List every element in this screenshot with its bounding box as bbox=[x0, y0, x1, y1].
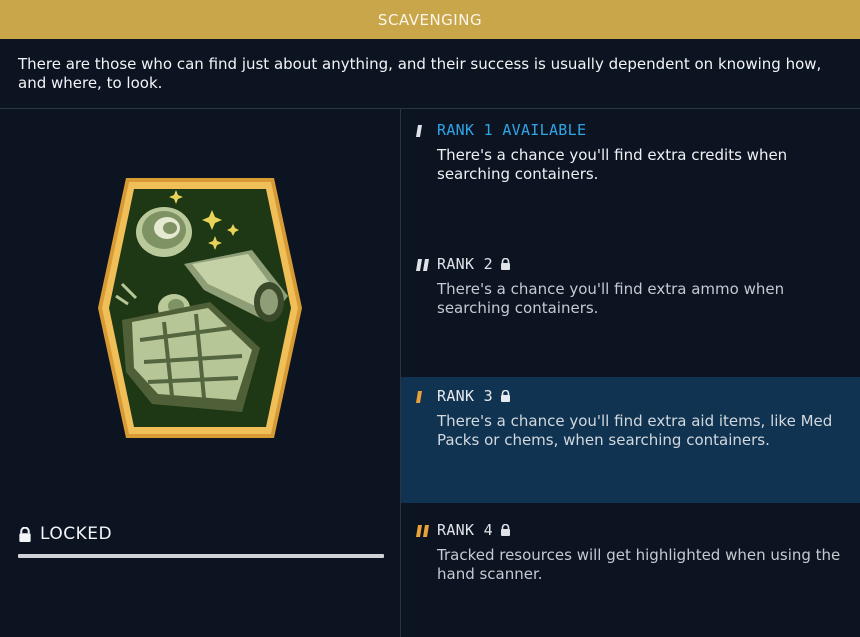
rank-title: RANK 3 bbox=[437, 387, 511, 405]
lock-status-label: LOCKED bbox=[40, 524, 113, 544]
rank-3-row[interactable]: RANK 3 There's a chance you'll find extr… bbox=[401, 377, 860, 503]
rank-description: Tracked resources will get highlighted w… bbox=[437, 546, 841, 583]
rank-tally-icon bbox=[416, 391, 422, 403]
skill-header: SCAVENGING bbox=[0, 0, 860, 39]
rank-2-row[interactable]: RANK 2 There's a chance you'll find extr… bbox=[401, 245, 860, 371]
scavenging-badge-icon bbox=[98, 178, 302, 438]
skill-title: SCAVENGING bbox=[377, 10, 483, 29]
divider bbox=[0, 108, 860, 109]
rank-title: RANK 4 bbox=[437, 521, 511, 539]
lock-icon bbox=[501, 390, 510, 402]
rank-description: There's a chance you'll find extra aid i… bbox=[437, 412, 833, 449]
rank-4-row[interactable]: RANK 4 Tracked resources will get highli… bbox=[401, 511, 860, 637]
skill-lock-status: LOCKED bbox=[18, 524, 112, 544]
rank-description: There's a chance you'll find extra credi… bbox=[437, 146, 788, 183]
rank-title: RANK 1 AVAILABLE bbox=[437, 121, 587, 139]
rank-tally-icon bbox=[416, 125, 422, 137]
lock-icon bbox=[501, 524, 510, 536]
rank-tally-icon bbox=[416, 525, 429, 537]
rank-title: RANK 2 bbox=[437, 255, 511, 273]
lock-icon bbox=[501, 258, 510, 270]
rank-description: There's a chance you'll find extra ammo … bbox=[437, 280, 785, 317]
skill-description: There are those who can find just about … bbox=[18, 55, 822, 92]
lock-icon bbox=[19, 526, 31, 542]
rank-tally-icon bbox=[416, 259, 429, 271]
skill-progress-bar bbox=[18, 554, 384, 558]
rank-1-row[interactable]: RANK 1 AVAILABLE There's a chance you'll… bbox=[401, 111, 860, 237]
